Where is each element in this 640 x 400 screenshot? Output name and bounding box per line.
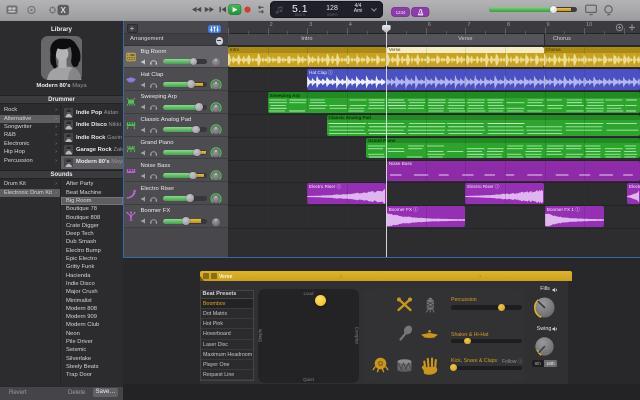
svg-text:X: X xyxy=(61,6,67,15)
svg-text:1234: 1234 xyxy=(396,9,406,14)
